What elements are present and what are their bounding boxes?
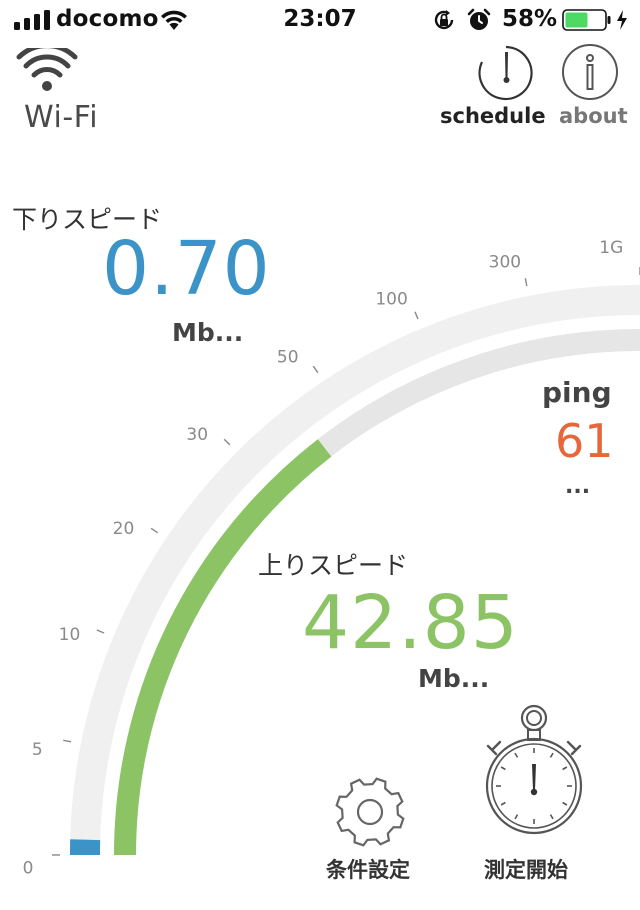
stopwatch-tick (562, 801, 568, 806)
gauge-tick (223, 438, 231, 446)
gauge-tick (312, 365, 319, 374)
download-speed-value: 0.70 (102, 226, 271, 312)
settings-label: 条件設定 (326, 858, 410, 882)
settings-button[interactable]: 条件設定 (320, 776, 420, 886)
download-speed-unit: Mb... (172, 318, 244, 347)
upload-speed-label: 上りスピード (258, 551, 409, 580)
ping-label: ping (542, 376, 612, 409)
start-measurement-label: 測定開始 (484, 858, 568, 882)
stopwatch-tick (500, 766, 506, 771)
gauge-tick (524, 278, 528, 287)
gauge-tick-label: 5 (32, 740, 43, 760)
stopwatch-tick (500, 801, 506, 806)
upload-speed-unit: Mb... (418, 664, 490, 693)
stopwatch-tick (549, 752, 554, 758)
upload-speed-value: 42.85 (302, 580, 519, 666)
gauge-tick-label: 0 (23, 859, 34, 879)
gauge-tick-label: 1G (599, 238, 623, 258)
gauge-tick (96, 629, 105, 634)
gauge-tick-label: 20 (113, 519, 135, 539)
ping-value: 61 (555, 414, 614, 468)
gauge-tick (150, 527, 159, 534)
gauge-tick-label: 30 (186, 425, 208, 445)
stopwatch-tick (514, 814, 519, 820)
gear-outline (335, 777, 405, 847)
start-measurement-button[interactable]: 測定開始 (474, 700, 594, 890)
stopwatch-icon (485, 704, 583, 835)
ping-unit: ... (565, 474, 591, 499)
gauge-tick-label: 50 (277, 348, 299, 368)
stopwatch-tick (514, 752, 519, 758)
gauge-tick (414, 311, 419, 320)
gauge-tick (63, 739, 72, 743)
stopwatch-tick (562, 766, 568, 771)
gear-icon (335, 777, 405, 847)
gauge-tick-label: 10 (59, 625, 81, 645)
gauge-tick-label: 100 (375, 289, 407, 309)
gauge-tick-label: 300 (489, 252, 521, 272)
stopwatch-tick (549, 814, 554, 820)
